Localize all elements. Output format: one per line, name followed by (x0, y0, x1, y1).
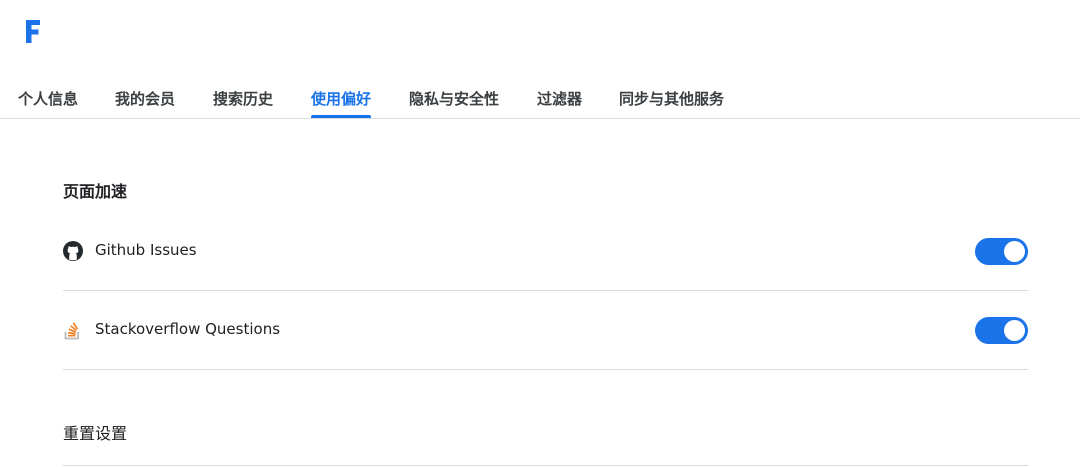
stackoverflow-questions-label: Stackoverflow Questions (95, 320, 281, 338)
tab-preferences[interactable]: 使用偏好 (311, 88, 372, 118)
tab-membership[interactable]: 我的会员 (115, 88, 175, 118)
github-icon (63, 241, 83, 261)
tab-filters[interactable]: 过滤器 (537, 88, 582, 118)
reset-settings-row: 重置设置 (63, 369, 1028, 466)
setting-row-stackoverflow: Stackoverflow Questions (63, 291, 1028, 370)
reset-settings-link[interactable]: 重置设置 (63, 420, 127, 444)
toggle-knob (1004, 320, 1025, 341)
stackoverflow-icon (64, 322, 79, 340)
tab-privacy-security[interactable]: 隐私与安全性 (409, 88, 499, 118)
setting-row-github: Github Issues (63, 212, 1028, 291)
tab-personal-info[interactable]: 个人信息 (18, 88, 78, 118)
tab-sync-services[interactable]: 同步与其他服务 (619, 88, 724, 118)
section-title: 页面加速 (63, 182, 128, 201)
settings-page: 个人信息 我的会员 搜索历史 使用偏好 隐私与安全性 过滤器 同步与其他服务 页… (0, 0, 1080, 467)
letter-f-logo-icon[interactable] (22, 16, 44, 46)
github-issues-label: Github Issues (95, 241, 197, 259)
toggle-knob (1004, 241, 1025, 262)
settings-tabs: 个人信息 我的会员 搜索历史 使用偏好 隐私与安全性 过滤器 同步与其他服务 (0, 78, 1080, 119)
stackoverflow-questions-toggle[interactable] (975, 317, 1028, 344)
github-issues-toggle[interactable] (975, 238, 1028, 265)
tab-search-history[interactable]: 搜索历史 (213, 88, 273, 118)
